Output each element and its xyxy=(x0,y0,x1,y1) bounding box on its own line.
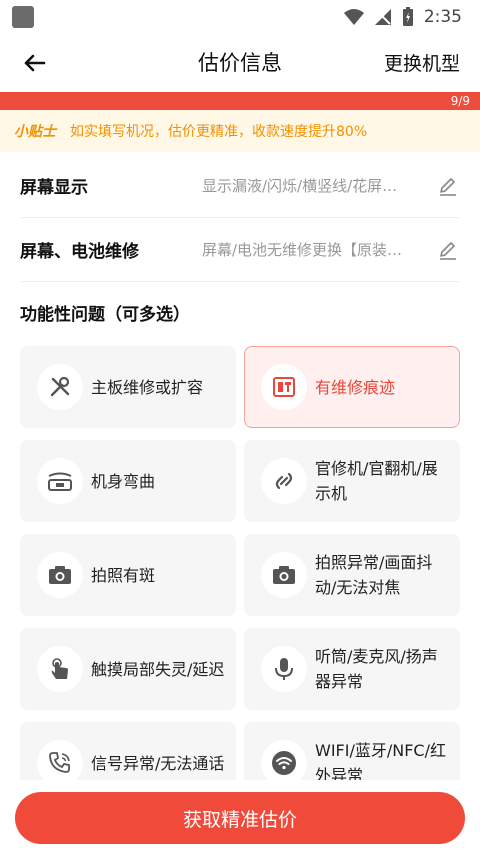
row-label: 屏幕显示 xyxy=(20,178,88,198)
camera-icon xyxy=(261,552,307,598)
option-audio-fault[interactable]: 听筒/麦克风/扬声器异常 xyxy=(244,628,460,710)
option-repair-trace[interactable]: 有维修痕迹 xyxy=(244,346,460,428)
option-camera-spot[interactable]: 拍照有斑 xyxy=(20,534,236,616)
bottom-bar: 获取精准估价 xyxy=(0,780,480,853)
option-label: 触摸局部失灵/延迟 xyxy=(91,659,225,679)
option-label: 有维修痕迹 xyxy=(315,377,396,397)
option-official-refurb[interactable]: 官修机/官翻机/展示机 xyxy=(244,440,460,522)
edit-icon[interactable] xyxy=(436,238,460,262)
status-icons: 2:35 xyxy=(343,7,462,27)
repair-trace-icon xyxy=(261,364,307,410)
tip-text: 如实填写机况，估价更精准，收款速度提升80% xyxy=(70,124,368,140)
option-label: 拍照有斑 xyxy=(91,565,156,585)
option-label: 信号异常/无法通话 xyxy=(91,753,225,773)
tools-icon xyxy=(37,364,83,410)
link-icon xyxy=(261,458,307,504)
microphone-icon xyxy=(261,646,307,692)
row-label: 屏幕、电池维修 xyxy=(20,242,139,262)
bent-phone-icon xyxy=(37,458,83,504)
page-title: 估价信息 xyxy=(198,51,282,75)
progress-bar: 9/9 xyxy=(0,92,480,110)
cta-label: 获取精准估价 xyxy=(182,808,297,831)
option-camera-abnormal[interactable]: 拍照异常/画面抖动/无法对焦 xyxy=(244,534,460,616)
row-value: 屏幕/电池无维修更换【原装… xyxy=(202,241,403,259)
status-time: 2:35 xyxy=(423,7,462,27)
touch-icon xyxy=(37,646,83,692)
option-label: 主板维修或扩容 xyxy=(91,377,204,397)
options-grid: 主板维修或扩容 有维修痕迹 机身弯曲 官修机/官翻机/展示机 拍照有斑 拍照异常… xyxy=(20,346,460,804)
section-title: 功能性问题（可多选） xyxy=(20,305,190,325)
option-touch-fault[interactable]: 触摸局部失灵/延迟 xyxy=(20,628,236,710)
tip-bar: 小贴士 如实填写机况，估价更精准，收款速度提升80% xyxy=(0,110,480,152)
option-mainboard-repair[interactable]: 主板维修或扩容 xyxy=(20,346,236,428)
header: 估价信息 更换机型 xyxy=(0,34,480,90)
row-screen-battery-repair[interactable]: 屏幕、电池维修 屏幕/电池无维修更换【原装… xyxy=(20,218,460,282)
camera-icon xyxy=(37,552,83,598)
option-body-bent[interactable]: 机身弯曲 xyxy=(20,440,236,522)
option-label: 听筒/麦克风/扬声器异常 xyxy=(315,647,438,691)
tip-tag: 小贴士 xyxy=(14,124,56,140)
row-screen-display[interactable]: 屏幕显示 显示漏液/闪烁/横竖线/花屏… xyxy=(20,154,460,218)
progress-fill xyxy=(0,92,480,110)
battery-icon xyxy=(402,7,413,26)
change-model-button[interactable]: 更换机型 xyxy=(384,49,460,76)
cell-signal-icon xyxy=(374,9,391,25)
option-label: 机身弯曲 xyxy=(91,471,156,491)
back-arrow-icon[interactable] xyxy=(20,48,50,78)
wifi-signal-icon xyxy=(343,9,364,25)
edit-icon[interactable] xyxy=(436,174,460,198)
option-label: 拍照异常/画面抖动/无法对焦 xyxy=(315,553,433,597)
row-value: 显示漏液/闪烁/横竖线/花屏… xyxy=(202,177,398,195)
get-estimate-button[interactable]: 获取精准估价 xyxy=(15,792,465,844)
notification-icon xyxy=(12,6,34,28)
progress-text: 9/9 xyxy=(450,94,470,108)
status-bar: 2:35 xyxy=(0,0,480,34)
option-label: 官修机/官翻机/展示机 xyxy=(315,459,438,503)
